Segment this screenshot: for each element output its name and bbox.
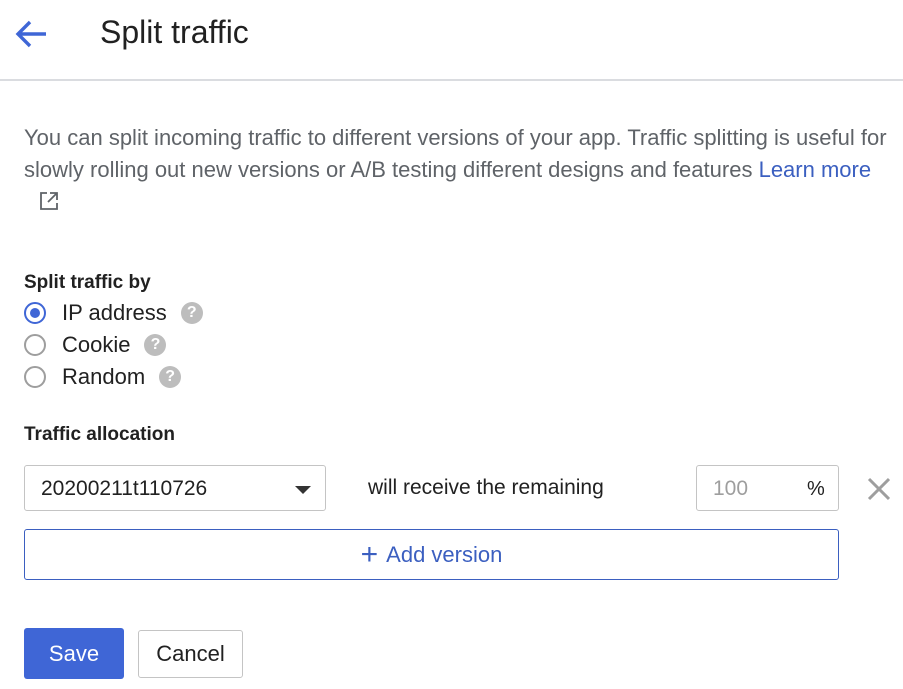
percent-input: 100 % <box>696 465 839 511</box>
radio-random[interactable]: Random ? <box>24 362 182 392</box>
percent-value: 100 <box>713 477 749 500</box>
radio-button-checked[interactable] <box>24 302 46 324</box>
version-select[interactable]: 20200211t110726 <box>24 465 326 511</box>
back-button[interactable] <box>12 14 52 54</box>
radio-button[interactable] <box>24 334 46 356</box>
dropdown-arrow-icon <box>295 486 311 494</box>
external-link-icon[interactable] <box>38 189 60 221</box>
page-title: Split traffic <box>100 14 249 50</box>
radio-label-cookie: Cookie <box>62 332 131 357</box>
radio-label-ip-address: IP address <box>62 300 167 325</box>
percent-suffix: % <box>807 478 825 500</box>
cancel-button[interactable]: Cancel <box>138 630 243 678</box>
close-icon <box>867 477 891 501</box>
arrow-back-icon <box>15 20 46 48</box>
radio-button[interactable] <box>24 366 46 388</box>
radio-ip-address[interactable]: IP address ? <box>24 298 203 328</box>
radio-label-random: Random <box>62 364 146 389</box>
version-select-value: 20200211t110726 <box>41 477 208 500</box>
traffic-allocation-label: Traffic allocation <box>24 424 175 445</box>
help-icon[interactable]: ? <box>180 302 203 324</box>
remove-version-button[interactable] <box>864 474 894 504</box>
remaining-text: will receive the remaining <box>368 476 604 499</box>
description-text: You can split incoming traffic to differ… <box>24 125 887 182</box>
learn-more-link[interactable]: Learn more <box>759 157 872 182</box>
radio-cookie[interactable]: Cookie ? <box>24 330 167 360</box>
plus-icon: + <box>360 537 379 571</box>
help-icon[interactable]: ? <box>144 334 167 356</box>
add-version-button[interactable]: + Add version <box>24 529 839 580</box>
page-header: Split traffic <box>0 0 903 81</box>
description: You can split incoming traffic to differ… <box>24 122 894 221</box>
help-icon[interactable]: ? <box>159 366 182 388</box>
save-button[interactable]: Save <box>24 628 124 679</box>
add-version-label: Add version <box>386 541 503 567</box>
split-traffic-by-label: Split traffic by <box>24 272 151 293</box>
